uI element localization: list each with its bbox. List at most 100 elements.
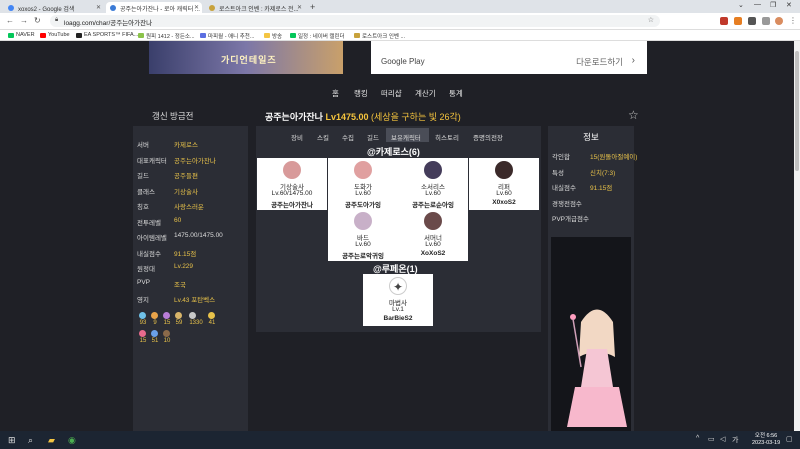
inven-icon xyxy=(354,33,360,38)
language-icon[interactable]: 가 xyxy=(732,435,738,445)
tab-search-icon[interactable]: ⌄ xyxy=(738,1,744,9)
character-card[interactable]: 소서리스 Lv.60 공주는로순아잉 xyxy=(398,158,468,210)
nav-ranking[interactable]: 랭킹 xyxy=(354,88,368,99)
scrollbar-thumb[interactable] xyxy=(795,51,799,171)
naver-icon xyxy=(8,33,14,38)
nav-stats[interactable]: 통계 xyxy=(449,88,463,99)
extension-icon[interactable] xyxy=(720,17,728,25)
tab-history[interactable]: 히스토리 xyxy=(435,132,459,142)
url-input[interactable]: 🔒︎ loagg.com/char/공주는아가잔나 ☆ xyxy=(50,15,660,27)
minimize-icon[interactable]: — xyxy=(754,1,761,8)
gem-icon xyxy=(151,330,158,337)
info-label: 내실점수 xyxy=(552,185,576,192)
gem-icon xyxy=(151,312,158,319)
character-level: Lv1475.00 xyxy=(325,112,369,122)
nav-home[interactable]: 홈 xyxy=(332,88,339,99)
close-window-icon[interactable]: ✕ xyxy=(786,1,792,9)
character-card[interactable]: 서머너 Lv.60 XoXoS2 xyxy=(398,209,468,261)
taskbar-clock[interactable]: 오전 6:56 2023-03-19 xyxy=(752,433,780,447)
avatar[interactable] xyxy=(775,17,783,25)
network-icon[interactable]: ▭ xyxy=(708,435,715,443)
bookmark-folder[interactable]: 방송 xyxy=(264,32,282,40)
tab-proving-grounds[interactable]: 증명의전장 xyxy=(473,132,503,142)
sidepanel-icon[interactable] xyxy=(762,17,770,25)
youtube-icon xyxy=(40,33,46,38)
browser-tab-loagg[interactable]: 공주는아가잔나 - 로아 캐릭터 ... ✕ xyxy=(106,2,202,13)
file-explorer-icon[interactable]: ▰ xyxy=(48,435,55,446)
profile-value: Lv.43 포탄벡스 xyxy=(174,297,216,304)
bookmark-label: 로스트아크 인벤 ... xyxy=(362,34,406,40)
url-text: loagg.com/char/공주는아가잔나 xyxy=(64,20,153,27)
tab-owned-characters[interactable]: 보유캐릭터 xyxy=(391,132,421,142)
favorite-star-icon[interactable]: ☆ xyxy=(628,108,639,122)
folder-icon xyxy=(264,33,270,38)
google-play-label: Google Play xyxy=(381,57,425,66)
bookmark-anime[interactable]: 마피월 - 애니 추천... xyxy=(200,32,254,40)
profile-value: 카제로스 xyxy=(174,142,198,149)
bookmarks-bar: NAVER YouTube EA SPORTS™ FIFA... 원피 1412… xyxy=(0,30,800,41)
download-link[interactable]: 다운로드하기 xyxy=(576,56,623,68)
chrome-icon[interactable]: ◉ xyxy=(68,435,76,446)
ad-banner[interactable]: 가디언테일즈 xyxy=(149,41,343,74)
bookmark-onepiece[interactable]: 원피 1412 - 정든소... xyxy=(138,32,195,40)
profile-label: 전투레벨 xyxy=(137,219,161,227)
bookmark-calendar[interactable]: 일정 : 네이버 캘린더 xyxy=(290,32,345,40)
character-avatar: ✦ xyxy=(389,277,407,295)
forward-icon[interactable]: → xyxy=(20,16,28,25)
google-play-ad[interactable]: Google Play 다운로드하기 › xyxy=(371,41,647,74)
character-illustration xyxy=(567,309,627,427)
browser-tab-google[interactable]: xoxos2 - Google 검색 ✕ xyxy=(4,2,104,13)
info-value: 15(원돌아절예이) xyxy=(590,154,638,161)
close-tab-icon[interactable]: ✕ xyxy=(297,4,302,11)
tray-chevron-icon[interactable]: ^ xyxy=(696,435,699,442)
address-bar-area: ← → ↻ 🔒︎ loagg.com/char/공주는아가잔나 ☆ ⋮ xyxy=(0,13,800,30)
tab-guild[interactable]: 길드 xyxy=(367,132,379,142)
bookmark-inven[interactable]: 로스트아크 인벤 ... xyxy=(354,32,405,40)
character-rank: (세상을 구하는 빛 26각) xyxy=(371,112,461,122)
character-name: 공주는아가잔나 xyxy=(271,202,313,209)
character-name: 공주도아가잉 xyxy=(345,202,381,209)
browser-tab-inven[interactable]: 로스트아크 인벤 : 카제로스 전... ✕ xyxy=(205,2,305,13)
extensions-puzzle-icon[interactable] xyxy=(748,17,756,25)
refresh-button[interactable]: 갱신 방금전 xyxy=(152,110,193,122)
close-tab-icon[interactable]: ✕ xyxy=(96,4,101,11)
volume-icon[interactable]: ◁ xyxy=(720,435,725,443)
close-tab-icon[interactable]: ✕ xyxy=(194,4,199,11)
bookmark-naver[interactable]: NAVER xyxy=(8,32,35,38)
character-card[interactable]: 바드 Lv.60 공주는로악귀잉 xyxy=(328,209,398,261)
nav-shop[interactable]: 떠리샵 xyxy=(381,88,402,99)
extension-icon[interactable] xyxy=(734,17,742,25)
search-icon[interactable]: ⌕ xyxy=(28,435,33,446)
gem-icon xyxy=(163,312,170,319)
profile-label: 내실점수 xyxy=(137,250,161,258)
profile-value: 사랑스러운 xyxy=(174,204,204,211)
profile-label: 원정대 xyxy=(137,266,155,273)
tab-skills[interactable]: 스킬 xyxy=(317,132,329,142)
gem-icon xyxy=(163,330,170,337)
bookmark-ea[interactable]: EA SPORTS™ FIFA... xyxy=(76,32,138,38)
scrollbar[interactable] xyxy=(794,41,800,431)
character-avatar xyxy=(354,161,372,179)
character-card[interactable]: ✦ 마법사 Lv.1 BarBieS2 xyxy=(363,274,433,326)
character-avatar xyxy=(424,161,442,179)
character-card[interactable]: 리퍼 Lv.60 X0xoS2 xyxy=(469,158,539,210)
nav-calculator[interactable]: 계산기 xyxy=(415,88,436,99)
reload-icon[interactable]: ↻ xyxy=(34,16,41,25)
info-value: 신치(7:3) xyxy=(590,169,616,177)
windows-start-icon[interactable]: ⊞ xyxy=(8,435,16,446)
tab-collection[interactable]: 수집 xyxy=(342,132,354,142)
character-card[interactable]: 기상술사 Lv.60/1475.00 공주는아가잔나 xyxy=(257,158,327,210)
bookmark-star-icon[interactable]: ☆ xyxy=(648,16,654,24)
character-card[interactable]: 도화가 Lv.60 공주도아가잉 xyxy=(328,158,398,210)
back-icon[interactable]: ← xyxy=(6,16,14,25)
new-tab-button[interactable]: + xyxy=(310,2,315,12)
tab-equipment[interactable]: 장비 xyxy=(291,132,303,142)
lock-icon: 🔒︎ xyxy=(55,17,59,23)
bookmark-label: YouTube xyxy=(48,32,70,38)
site-icon xyxy=(138,33,144,38)
restore-icon[interactable]: ❐ xyxy=(770,1,776,9)
menu-icon[interactable]: ⋮ xyxy=(789,16,797,25)
notification-icon[interactable]: ▢ xyxy=(786,435,793,443)
profile-value: 조국 xyxy=(174,281,186,289)
bookmark-youtube[interactable]: YouTube xyxy=(40,32,70,38)
